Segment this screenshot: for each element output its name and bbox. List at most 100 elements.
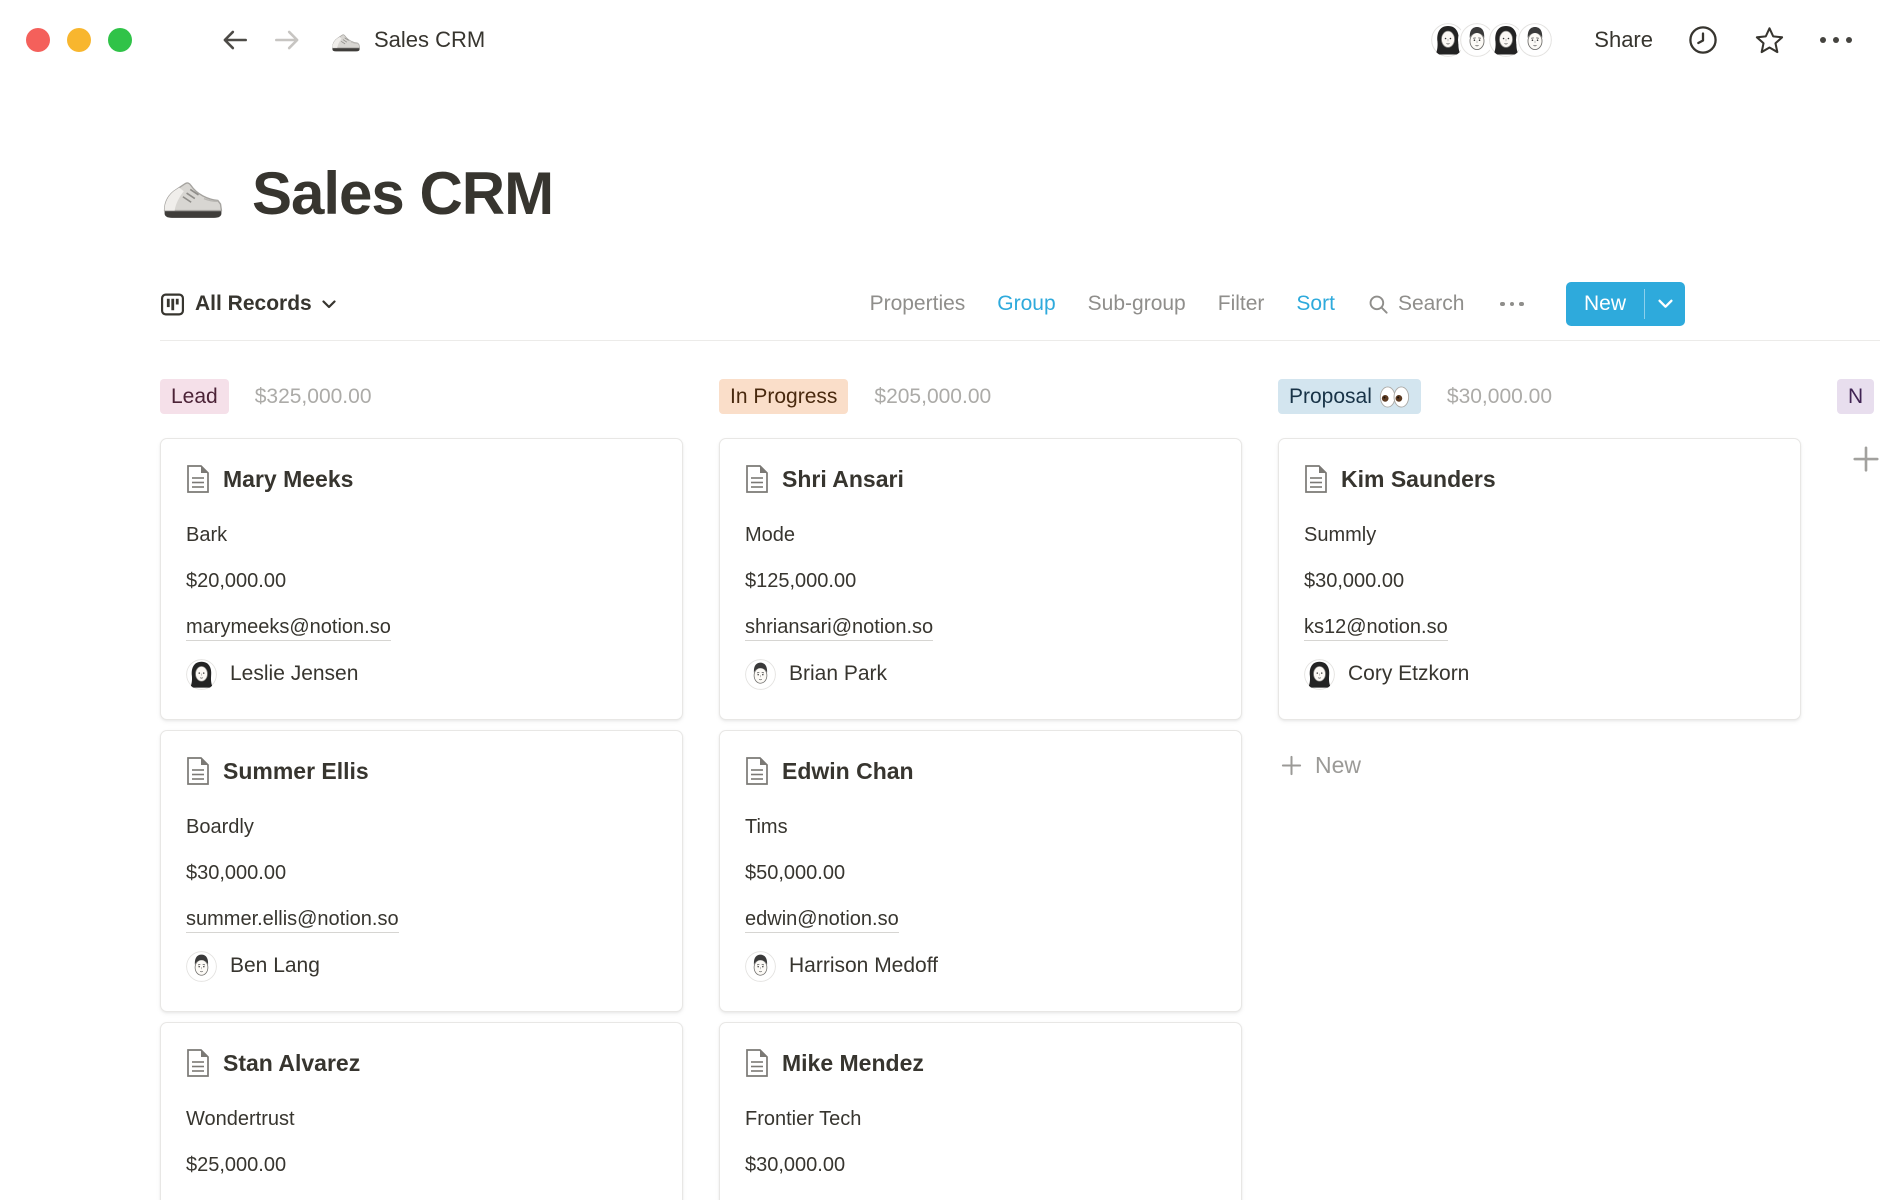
board-column-clipped: N bbox=[1837, 341, 1880, 1200]
email-link[interactable]: shriansari@notion.so bbox=[745, 615, 933, 641]
traffic-lights bbox=[26, 28, 132, 52]
company-field: Summly bbox=[1304, 523, 1772, 548]
email-link[interactable]: ks12@notion.so bbox=[1304, 615, 1448, 641]
add-card-label: New bbox=[1315, 752, 1361, 779]
person-name: Harrison Medoff bbox=[789, 954, 938, 978]
breadcrumb-title: Sales CRM bbox=[374, 27, 485, 53]
card-mary-meeks[interactable]: Mary Meeks Bark $20,000.00 marymeeks@not… bbox=[160, 438, 683, 720]
collaborator-avatars[interactable] bbox=[1429, 21, 1554, 59]
amount-field: $20,000.00 bbox=[186, 569, 654, 594]
status-badge[interactable]: Proposal bbox=[1278, 379, 1421, 414]
page-icon bbox=[745, 1049, 769, 1077]
status-badge[interactable]: Lead bbox=[160, 379, 229, 414]
page-icon bbox=[745, 465, 769, 493]
person-avatar bbox=[186, 951, 217, 982]
email-link[interactable]: summer.ellis@notion.so bbox=[186, 907, 399, 933]
card-stan-alvarez[interactable]: Stan Alvarez Wondertrust $25,000.00 stan… bbox=[160, 1022, 683, 1200]
updates-clock-icon[interactable] bbox=[1687, 24, 1719, 56]
card-edwin-chan[interactable]: Edwin Chan Tims $50,000.00 edwin@notion.… bbox=[719, 730, 1242, 1012]
current-view-label: All Records bbox=[195, 292, 312, 316]
person-name: Cory Etzkorn bbox=[1348, 662, 1469, 686]
eyes-emoji bbox=[1379, 386, 1410, 408]
search-button[interactable]: Search bbox=[1367, 292, 1465, 316]
kanban-board: Lead $325,000.00 Mary Meeks Bark $20,000… bbox=[160, 341, 1880, 1200]
add-card-plus-icon[interactable] bbox=[1849, 442, 1880, 476]
zoom-window-button[interactable] bbox=[108, 28, 132, 52]
page-title[interactable]: Sales CRM bbox=[252, 158, 553, 230]
company-field: Bark bbox=[186, 523, 654, 548]
company-field: Mode bbox=[745, 523, 1213, 548]
sub-group-button[interactable]: Sub-group bbox=[1088, 292, 1186, 316]
status-label: In Progress bbox=[730, 379, 837, 414]
properties-button[interactable]: Properties bbox=[870, 292, 966, 316]
company-field: Tims bbox=[745, 815, 1213, 840]
company-field: Boardly bbox=[186, 815, 654, 840]
view-toolbar: All Records Properties Group Sub-group F… bbox=[160, 282, 1880, 341]
sort-button[interactable]: Sort bbox=[1296, 292, 1335, 316]
filter-button[interactable]: Filter bbox=[1218, 292, 1265, 316]
group-button[interactable]: Group bbox=[997, 292, 1055, 316]
more-options-icon[interactable] bbox=[1820, 37, 1852, 43]
card-shri-ansari[interactable]: Shri Ansari Mode $125,000.00 shriansari@… bbox=[719, 438, 1242, 720]
view-switcher[interactable]: All Records bbox=[160, 292, 336, 317]
status-badge[interactable]: N bbox=[1837, 379, 1874, 414]
add-card-button[interactable]: New bbox=[1278, 748, 1363, 783]
amount-field: $30,000.00 bbox=[186, 861, 654, 886]
column-sum: $30,000.00 bbox=[1447, 385, 1552, 409]
person-name: Leslie Jensen bbox=[230, 662, 358, 686]
card-title: Edwin Chan bbox=[782, 758, 914, 785]
page-icon bbox=[186, 465, 210, 493]
share-button[interactable]: Share bbox=[1594, 27, 1653, 53]
new-record-button[interactable]: New bbox=[1566, 282, 1685, 326]
person-avatar bbox=[745, 659, 776, 690]
card-summer-ellis[interactable]: Summer Ellis Boardly $30,000.00 summer.e… bbox=[160, 730, 683, 1012]
page-icon bbox=[186, 757, 210, 785]
breadcrumb[interactable]: Sales CRM bbox=[330, 26, 485, 54]
person-avatar bbox=[1304, 659, 1335, 690]
forward-arrow-icon[interactable] bbox=[272, 27, 302, 53]
chevron-down-icon bbox=[322, 300, 336, 309]
amount-field: $125,000.00 bbox=[745, 569, 1213, 594]
person-avatar bbox=[186, 659, 217, 690]
column-sum: $205,000.00 bbox=[874, 385, 991, 409]
new-button-label: New bbox=[1566, 282, 1644, 326]
card-kim-saunders[interactable]: Kim Saunders Summly $30,000.00 ks12@noti… bbox=[1278, 438, 1801, 720]
person-name: Ben Lang bbox=[230, 954, 320, 978]
email-link[interactable]: edwin@notion.so bbox=[745, 907, 899, 933]
board-column-lead: Lead $325,000.00 Mary Meeks Bark $20,000… bbox=[160, 341, 683, 1200]
sidebar-menu-icon[interactable] bbox=[160, 30, 190, 51]
status-label: Proposal bbox=[1289, 379, 1372, 414]
search-icon bbox=[1367, 293, 1390, 316]
board-column-proposal: Proposal $30,000.00 Kim Saunders Summly … bbox=[1278, 341, 1801, 1200]
card-title: Summer Ellis bbox=[223, 758, 369, 785]
minimize-window-button[interactable] bbox=[67, 28, 91, 52]
amount-field: $30,000.00 bbox=[1304, 569, 1772, 594]
close-window-button[interactable] bbox=[26, 28, 50, 52]
window-titlebar: Sales CRM Share bbox=[0, 0, 1880, 74]
page-content: Sales CRM All Records Properties Group S… bbox=[0, 158, 1880, 1200]
favorite-star-icon[interactable] bbox=[1753, 24, 1786, 57]
card-title: Kim Saunders bbox=[1341, 466, 1496, 493]
amount-field: $50,000.00 bbox=[745, 861, 1213, 886]
view-more-options-icon[interactable] bbox=[1496, 298, 1528, 311]
avatar bbox=[1516, 21, 1554, 59]
search-label: Search bbox=[1398, 292, 1465, 316]
sneaker-icon bbox=[330, 26, 362, 54]
back-arrow-icon[interactable] bbox=[220, 27, 250, 53]
board-column-in-progress: In Progress $205,000.00 Shri Ansari Mode… bbox=[719, 341, 1242, 1200]
card-mike-mendez[interactable]: Mike Mendez Frontier Tech $30,000.00 mik… bbox=[719, 1022, 1242, 1200]
company-field: Frontier Tech bbox=[745, 1107, 1213, 1132]
amount-field: $25,000.00 bbox=[186, 1153, 654, 1178]
card-title: Mike Mendez bbox=[782, 1050, 924, 1077]
card-title: Shri Ansari bbox=[782, 466, 904, 493]
company-field: Wondertrust bbox=[186, 1107, 654, 1132]
status-badge[interactable]: In Progress bbox=[719, 379, 848, 414]
page-sneaker-icon[interactable] bbox=[160, 161, 226, 227]
status-label: N bbox=[1848, 379, 1863, 414]
person-avatar bbox=[745, 951, 776, 982]
amount-field: $30,000.00 bbox=[745, 1153, 1213, 1178]
plus-icon bbox=[1280, 754, 1303, 777]
new-button-chevron-icon[interactable] bbox=[1645, 282, 1685, 326]
email-link[interactable]: marymeeks@notion.so bbox=[186, 615, 391, 641]
status-label: Lead bbox=[171, 379, 218, 414]
